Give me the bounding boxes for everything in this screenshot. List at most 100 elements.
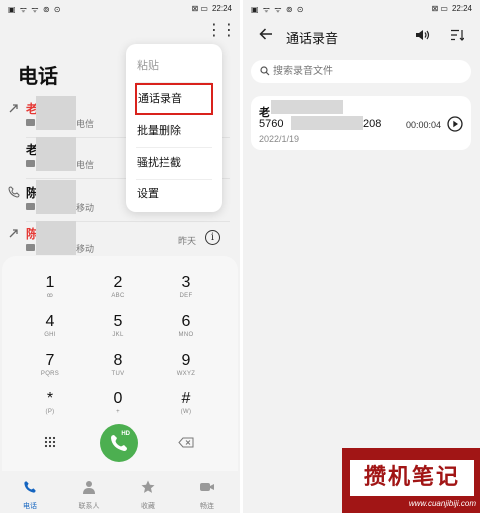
caller-location: 电信 xyxy=(76,119,95,129)
menu-item-label: 设置 xyxy=(137,188,159,200)
key-digit: 2 xyxy=(113,274,123,291)
menu-item-label: 粘贴 xyxy=(137,60,159,72)
sim-icon xyxy=(26,244,35,251)
watermark-url: www.cuanjibiji.com xyxy=(408,499,476,508)
status-time: 22:24 xyxy=(211,4,232,13)
key-digit: 4 xyxy=(45,313,55,330)
sort-icon[interactable] xyxy=(450,29,464,41)
status-right-icons: ⊠ ▭ xyxy=(431,4,448,13)
dialpad: 1ꝏ 2 ABC 3 DEF 4 GHI 5 JKL 6 MNO 7 PQRS 8 TUV 9… xyxy=(2,256,238,471)
key-digit: 8 xyxy=(113,352,123,369)
key-0[interactable]: 0 + xyxy=(88,390,148,428)
menu-item-call-recordings[interactable]: 通话录音 xyxy=(135,83,213,115)
key-hash[interactable]: # (W) xyxy=(156,390,216,428)
menu-item-label: 批量删除 xyxy=(137,125,181,137)
caller-location: 移动 xyxy=(76,244,95,254)
sim-icon xyxy=(26,119,35,126)
call-time: 昨天 xyxy=(178,236,197,246)
back-arrow-icon[interactable] xyxy=(259,27,273,41)
status-bar: ▣ ᯤ ᯤ ⊚ ⊙ ⊠ ▭ 22:24 xyxy=(0,0,240,18)
speaker-icon[interactable] xyxy=(415,29,431,41)
key-letters: JKL xyxy=(112,332,124,338)
key-5[interactable]: 5 JKL xyxy=(88,313,148,351)
redacted-block xyxy=(36,180,76,214)
sim-icon xyxy=(26,160,35,167)
key-letters: MNO xyxy=(178,332,194,338)
star-icon xyxy=(141,480,155,493)
key-letters: WXYZ xyxy=(176,371,196,377)
overflow-menu: 粘贴 通话录音 批量删除 骚扰拦截 设置 xyxy=(126,44,222,212)
page-title: 电话 xyxy=(18,66,58,88)
key-letters: TUV xyxy=(111,371,125,377)
key-letters: DEF xyxy=(179,293,193,299)
search-bar[interactable] xyxy=(251,60,471,83)
recording-duration: 00:00:04 xyxy=(406,120,442,130)
menu-item-settings[interactable]: 设置 xyxy=(136,179,212,209)
incoming-call-icon xyxy=(8,186,20,198)
recording-date: 2022/1/19 xyxy=(259,134,300,144)
nav-label: 畅连 xyxy=(200,503,214,510)
play-icon[interactable] xyxy=(447,116,463,132)
status-right: ⊠ ▭ 22:24 xyxy=(191,4,232,13)
bottom-nav: 电话 联系人 收藏 畅连 xyxy=(0,475,240,513)
recording-number-prefix: 5760 xyxy=(259,118,284,130)
menu-item-spam-block[interactable]: 骚扰拦截 xyxy=(136,148,212,180)
key-4[interactable]: 4 GHI xyxy=(20,313,80,351)
menu-item-batch-delete[interactable]: 批量删除 xyxy=(136,116,212,148)
nav-phone[interactable]: 电话 xyxy=(6,480,54,511)
nav-meetime[interactable]: 畅连 xyxy=(183,480,231,511)
caller-location: 移动 xyxy=(76,203,95,213)
status-bar: ▣ ᯤ ᯤ ⊚ ⊙ ⊠ ▭ 22:24 xyxy=(243,0,480,18)
more-options-icon[interactable]: ⋮⋮ xyxy=(206,23,237,39)
key-2[interactable]: 2 ABC xyxy=(88,274,148,312)
key-7[interactable]: 7 PQRS xyxy=(20,352,80,390)
key-6[interactable]: 6 MNO xyxy=(156,313,216,351)
redacted-block xyxy=(36,221,76,255)
menu-item-paste[interactable]: 粘贴 xyxy=(136,51,212,83)
key-9[interactable]: 9 WXYZ xyxy=(156,352,216,390)
recording-item[interactable]: 老 5760 208 2022/1/19 00:00:04 xyxy=(251,96,471,150)
backspace-icon[interactable] xyxy=(178,437,194,448)
dialer-screen: ▣ ᯤ ᯤ ⊚ ⊙ ⊠ ▭ 22:24 ⋮⋮ 电话 老 电信 老 电信 陈 移动 … xyxy=(0,0,240,513)
recordings-screen: ▣ ᯤ ᯤ ⊚ ⊙ ⊠ ▭22:24 通话录音 老 5760 208 2022/… xyxy=(243,0,480,513)
nav-label: 联系人 xyxy=(78,503,100,510)
redacted-block xyxy=(271,100,343,114)
key-letters: ABC xyxy=(111,293,125,299)
key-digit: 0 xyxy=(113,390,123,407)
search-icon xyxy=(260,66,270,76)
nav-favorites[interactable]: 收藏 xyxy=(124,480,172,511)
dialpad-toggle-icon[interactable] xyxy=(44,436,56,448)
key-digit: 3 xyxy=(181,274,191,291)
menu-item-label: 通话录音 xyxy=(138,93,182,105)
caller-location: 电信 xyxy=(76,160,95,170)
nav-label: 收藏 xyxy=(141,503,155,510)
outgoing-call-icon xyxy=(9,229,18,238)
nav-contacts[interactable]: 联系人 xyxy=(65,480,113,511)
call-button[interactable]: HD xyxy=(100,424,138,462)
recording-number-suffix: 208 xyxy=(363,118,382,130)
hd-badge: HD xyxy=(121,431,130,437)
key-digit: 7 xyxy=(45,352,55,369)
key-letters: (P) xyxy=(45,409,55,415)
key-3[interactable]: 3 DEF xyxy=(156,274,216,312)
status-time: 22:24 xyxy=(451,4,472,13)
page-title: 通话录音 xyxy=(286,31,339,46)
key-digit: # xyxy=(181,390,191,407)
key-letters: ꝏ xyxy=(46,293,54,299)
key-digit: 1 xyxy=(45,274,55,291)
info-icon[interactable]: i xyxy=(205,230,220,245)
menu-item-label: 骚扰拦截 xyxy=(137,157,181,169)
status-right: ⊠ ▭ 22:24 xyxy=(431,4,472,13)
watermark-logo: 攒机笔记 www.cuanjibiji.com xyxy=(342,448,480,513)
nav-label: 电话 xyxy=(23,503,37,510)
divider xyxy=(136,82,212,83)
status-left-icons: ▣ ᯤ ᯤ ⊚ ⊙ xyxy=(251,5,305,14)
key-star[interactable]: * (P) xyxy=(20,390,80,428)
search-input[interactable] xyxy=(273,63,463,80)
key-1[interactable]: 1ꝏ xyxy=(20,274,80,312)
watermark-text: 攒机笔记 xyxy=(350,460,474,496)
person-icon xyxy=(83,481,95,494)
key-digit: * xyxy=(46,390,54,407)
key-letters: GHI xyxy=(44,332,56,338)
key-8[interactable]: 8 TUV xyxy=(88,352,148,390)
